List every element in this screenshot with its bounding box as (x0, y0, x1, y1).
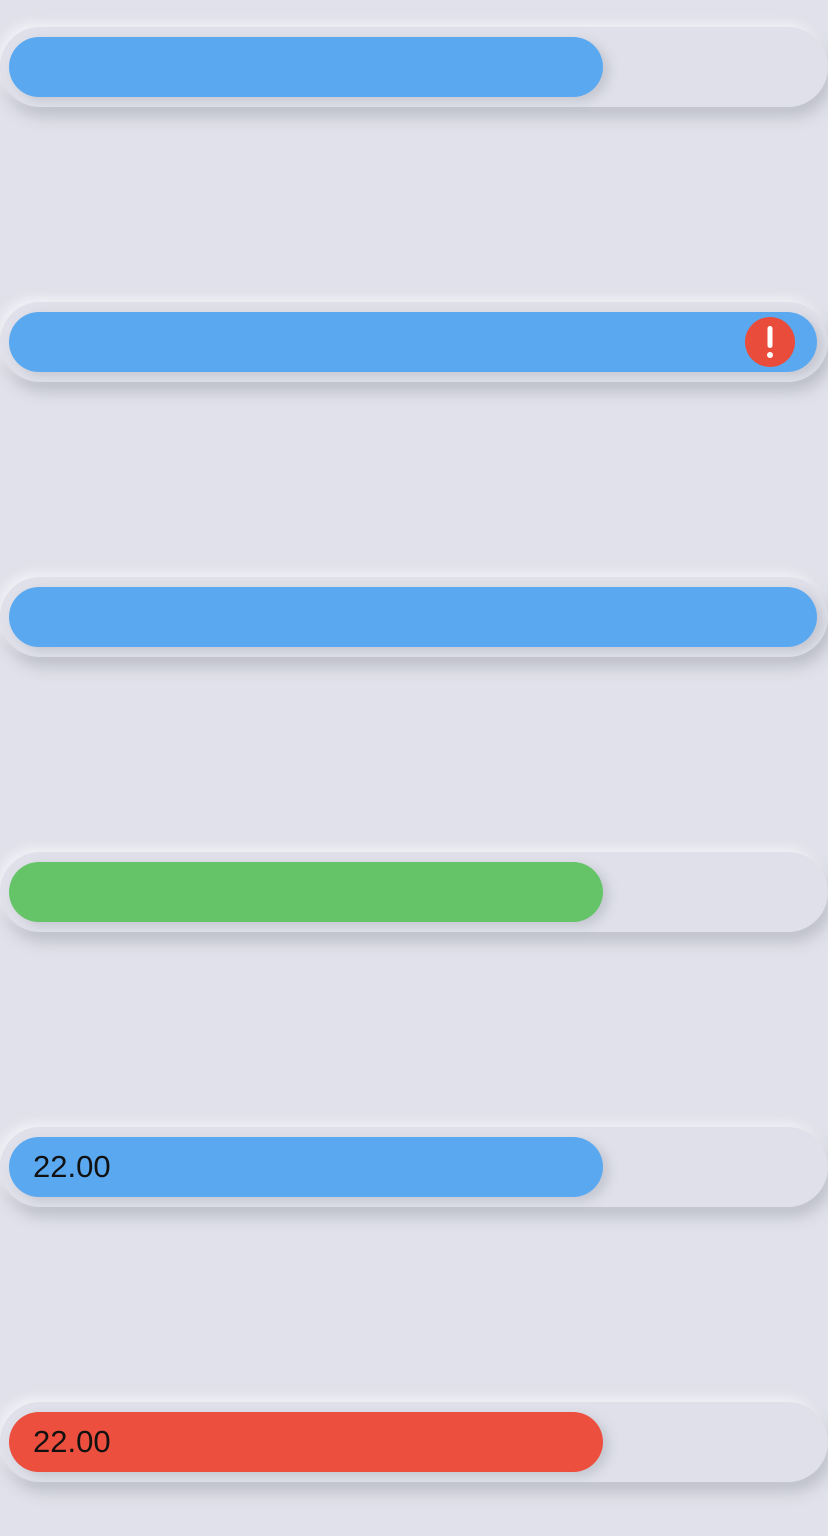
progress-fill: 22.00 (9, 1412, 603, 1472)
progress-fill (9, 37, 603, 97)
progress-value-label: 22.00 (33, 1424, 111, 1459)
progress-fill (9, 587, 817, 647)
progress-bar-5-labeled: 22.00 (0, 1127, 828, 1207)
alert-icon (745, 317, 795, 367)
progress-bar-3-complete (0, 577, 828, 657)
progress-bar-2-error (0, 302, 828, 382)
progress-fill: 22.00 (9, 1137, 603, 1197)
progress-bar-6-labeled-error: 22.00 (0, 1402, 828, 1482)
progress-fill (9, 312, 817, 372)
progress-value-label: 22.00 (33, 1149, 111, 1184)
progress-bar-4-success (0, 852, 828, 932)
progress-fill (9, 862, 603, 922)
progress-bar-1 (0, 27, 828, 107)
